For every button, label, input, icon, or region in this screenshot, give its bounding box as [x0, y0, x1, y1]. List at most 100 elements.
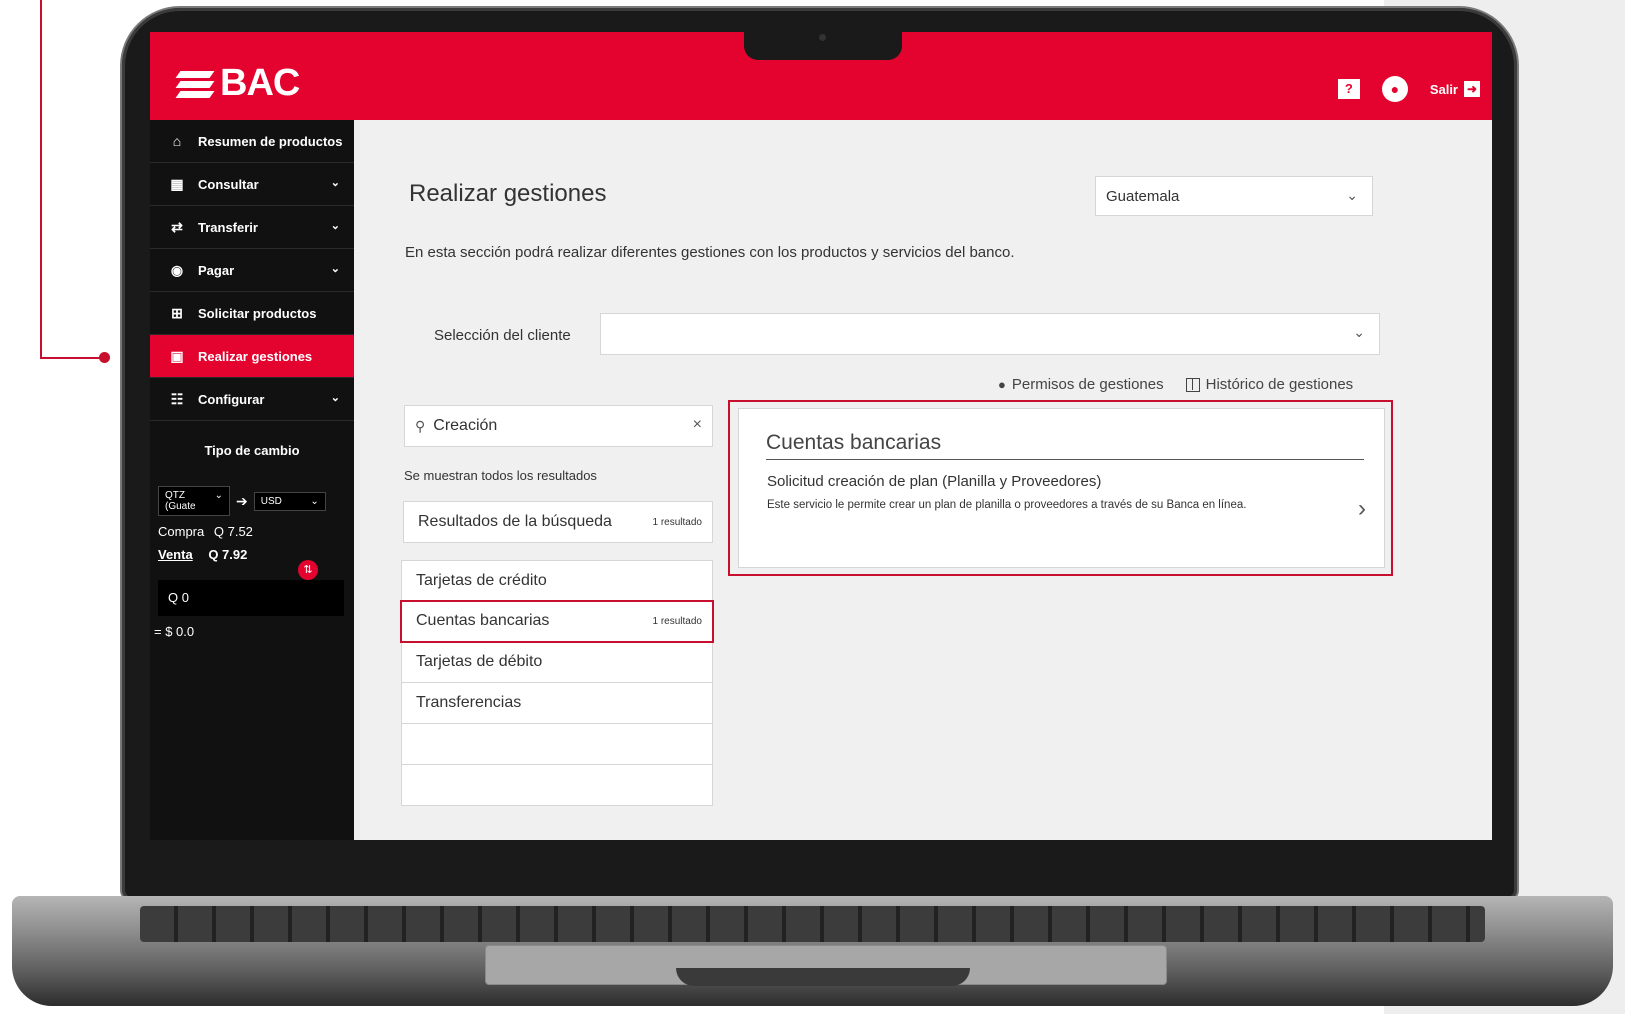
category-label: Tarjetas de crédito [416, 571, 547, 589]
category-list: Tarjetas de crédito Cuentas bancarias 1 … [400, 560, 714, 806]
category-item-empty [401, 765, 713, 806]
exit-button[interactable]: Salir ➜ [1430, 81, 1480, 97]
fx-amount-input[interactable]: Q 0 [158, 580, 344, 616]
detail-title: Cuentas bancarias [766, 431, 942, 454]
sidebar-item-consultar[interactable]: ▦ Consultar ⌄ [150, 163, 354, 206]
fx-buy-rate: Compra Q 7.52 [158, 524, 354, 539]
category-label: Cuentas bancarias [416, 612, 550, 629]
sidebar-item-label: Consultar [198, 176, 259, 192]
service-item-description: Este servicio le permite crear un plan d… [767, 499, 1247, 511]
sidebar-item-label: Realizar gestiones [198, 348, 313, 364]
callout-dot [99, 352, 110, 363]
sidebar-item-gestiones[interactable]: ▣ Realizar gestiones [150, 335, 354, 378]
detail-card: Cuentas bancarias Solicitud creación de … [738, 408, 1385, 568]
client-select-label: Selección del cliente [434, 327, 571, 344]
user-icon: ● [998, 377, 1006, 392]
category-item-tarjetas-credito[interactable]: Tarjetas de crédito [401, 560, 713, 601]
sidebar-item-transferir[interactable]: ⇄ Transferir ⌄ [150, 206, 354, 249]
chevron-right-icon[interactable]: › [1358, 495, 1366, 523]
chevron-down-icon: ⌄ [1346, 187, 1358, 203]
camera-icon [819, 34, 826, 41]
action-links: ● Permisos de gestiones Histórico de ges… [998, 376, 1353, 393]
bag-icon: ◉ [170, 262, 184, 278]
service-item-title[interactable]: Solicitud creación de plan (Planilla y P… [767, 473, 1101, 490]
transfer-icon: ⇄ [171, 219, 183, 235]
fx-from-value: QTZ (Guate [165, 490, 196, 512]
category-item-transferencias[interactable]: Transferencias [401, 683, 713, 724]
fx-buy-label: Compra [158, 524, 205, 539]
home-icon: ⌂ [172, 133, 182, 149]
chevron-down-icon: ⌄ [330, 177, 340, 189]
sliders-icon: ☷ [170, 391, 184, 407]
sidebar-item-label: Resumen de productos [198, 133, 343, 149]
plus-icon: ⊞ [171, 305, 183, 321]
chevron-down-icon: ⌄ [330, 220, 340, 232]
results-label: Resultados de la búsqueda [418, 513, 612, 530]
fx-sell-label[interactable]: Venta [158, 547, 193, 562]
search-icon: ⚲ [415, 417, 426, 434]
permissions-link[interactable]: ● Permisos de gestiones [998, 376, 1164, 393]
country-select[interactable]: Guatemala ⌄ [1095, 176, 1373, 216]
sidebar-item-label: Solicitar productos [198, 305, 317, 321]
category-label: Tarjetas de débito [416, 653, 543, 670]
category-item-cuentas-bancarias[interactable]: Cuentas bancarias 1 resultado [400, 600, 714, 643]
category-count: 1 resultado [652, 615, 702, 627]
fx-title: Tipo de cambio [204, 443, 300, 458]
chevron-down-icon: ⌄ [310, 495, 319, 507]
brand-name: BAC [220, 62, 300, 104]
fx-sell-value: Q 7.92 [208, 547, 248, 562]
history-label: Histórico de gestiones [1205, 376, 1354, 393]
notification-bell-icon[interactable]: ● [1381, 76, 1408, 102]
fx-from-select[interactable]: QTZ (Guate ⌄ [158, 486, 230, 516]
search-results-header[interactable]: Resultados de la búsqueda 1 resultado [403, 501, 713, 543]
grid-icon: ▦ [170, 176, 184, 192]
fx-currency-row: QTZ (Guate ⌄ ➔ USD ⌄ [158, 486, 354, 516]
exit-label: Salir [1429, 81, 1458, 97]
page-description: En esta sección podrá realizar diferente… [405, 244, 1015, 261]
sidebar: ⌂ Resumen de productos ▦ Consultar ⌄ ⇄ T… [150, 120, 354, 840]
category-label: Transferencias [416, 694, 522, 711]
country-value: Guatemala [1106, 187, 1180, 205]
close-icon[interactable]: × [693, 416, 702, 434]
main-content: Realizar gestiones Guatemala ⌄ En esta s… [354, 120, 1492, 840]
sidebar-item-solicitar[interactable]: ⊞ Solicitar productos [150, 292, 354, 335]
laptop-hinge [676, 968, 970, 986]
bac-logo[interactable]: BAC [175, 62, 300, 105]
fx-to-value: USD [260, 495, 282, 507]
arrow-right-icon: ➔ [236, 492, 248, 509]
callout-line [40, 0, 42, 359]
chevron-down-icon: ⌄ [330, 392, 340, 404]
sidebar-item-resumen[interactable]: ⌂ Resumen de productos [150, 120, 354, 163]
fx-buy-value: Q 7.52 [213, 524, 253, 539]
search-input[interactable]: ⚲ Creación × [404, 405, 713, 447]
sidebar-item-label: Pagar [198, 262, 235, 278]
fx-to-select[interactable]: USD ⌄ [253, 491, 326, 511]
category-item-tarjetas-debito[interactable]: Tarjetas de débito [401, 642, 713, 683]
laptop-screen: BAC ? ● Salir ➜ ⌂ Resumen de productos ▦… [150, 32, 1492, 840]
sidebar-item-label: Transferir [198, 219, 258, 235]
client-select[interactable]: ⌄ [600, 313, 1380, 355]
help-icon[interactable]: ? [1337, 79, 1360, 99]
results-count: 1 resultado [652, 516, 702, 528]
permissions-label: Permisos de gestiones [1011, 376, 1164, 393]
exit-icon: ➜ [1464, 81, 1480, 97]
keyboard [140, 906, 1485, 942]
swap-currency-icon[interactable]: ⇅ [298, 560, 318, 580]
sidebar-item-configurar[interactable]: ☷ Configurar ⌄ [150, 378, 354, 421]
chevron-down-icon: ⌄ [330, 263, 340, 275]
laptop-icon: ▣ [170, 348, 184, 364]
search-value: Creación [433, 417, 498, 434]
history-link[interactable]: Histórico de gestiones [1185, 376, 1354, 393]
page-title: Realizar gestiones [409, 180, 607, 207]
fx-result: = $ 0.0 [154, 624, 195, 639]
fx-sell-rate: Venta Q 7.92 [158, 547, 354, 562]
category-item-empty [401, 724, 713, 765]
book-icon [1185, 377, 1200, 392]
divider [766, 459, 1364, 460]
chevron-down-icon: ⌄ [1353, 324, 1365, 340]
bac-logo-icon [175, 69, 215, 99]
sidebar-item-pagar[interactable]: ◉ Pagar ⌄ [150, 249, 354, 292]
callout-line-horizontal [40, 357, 106, 359]
sidebar-item-label: Configurar [198, 391, 265, 407]
search-note: Se muestran todos los resultados [404, 468, 597, 483]
